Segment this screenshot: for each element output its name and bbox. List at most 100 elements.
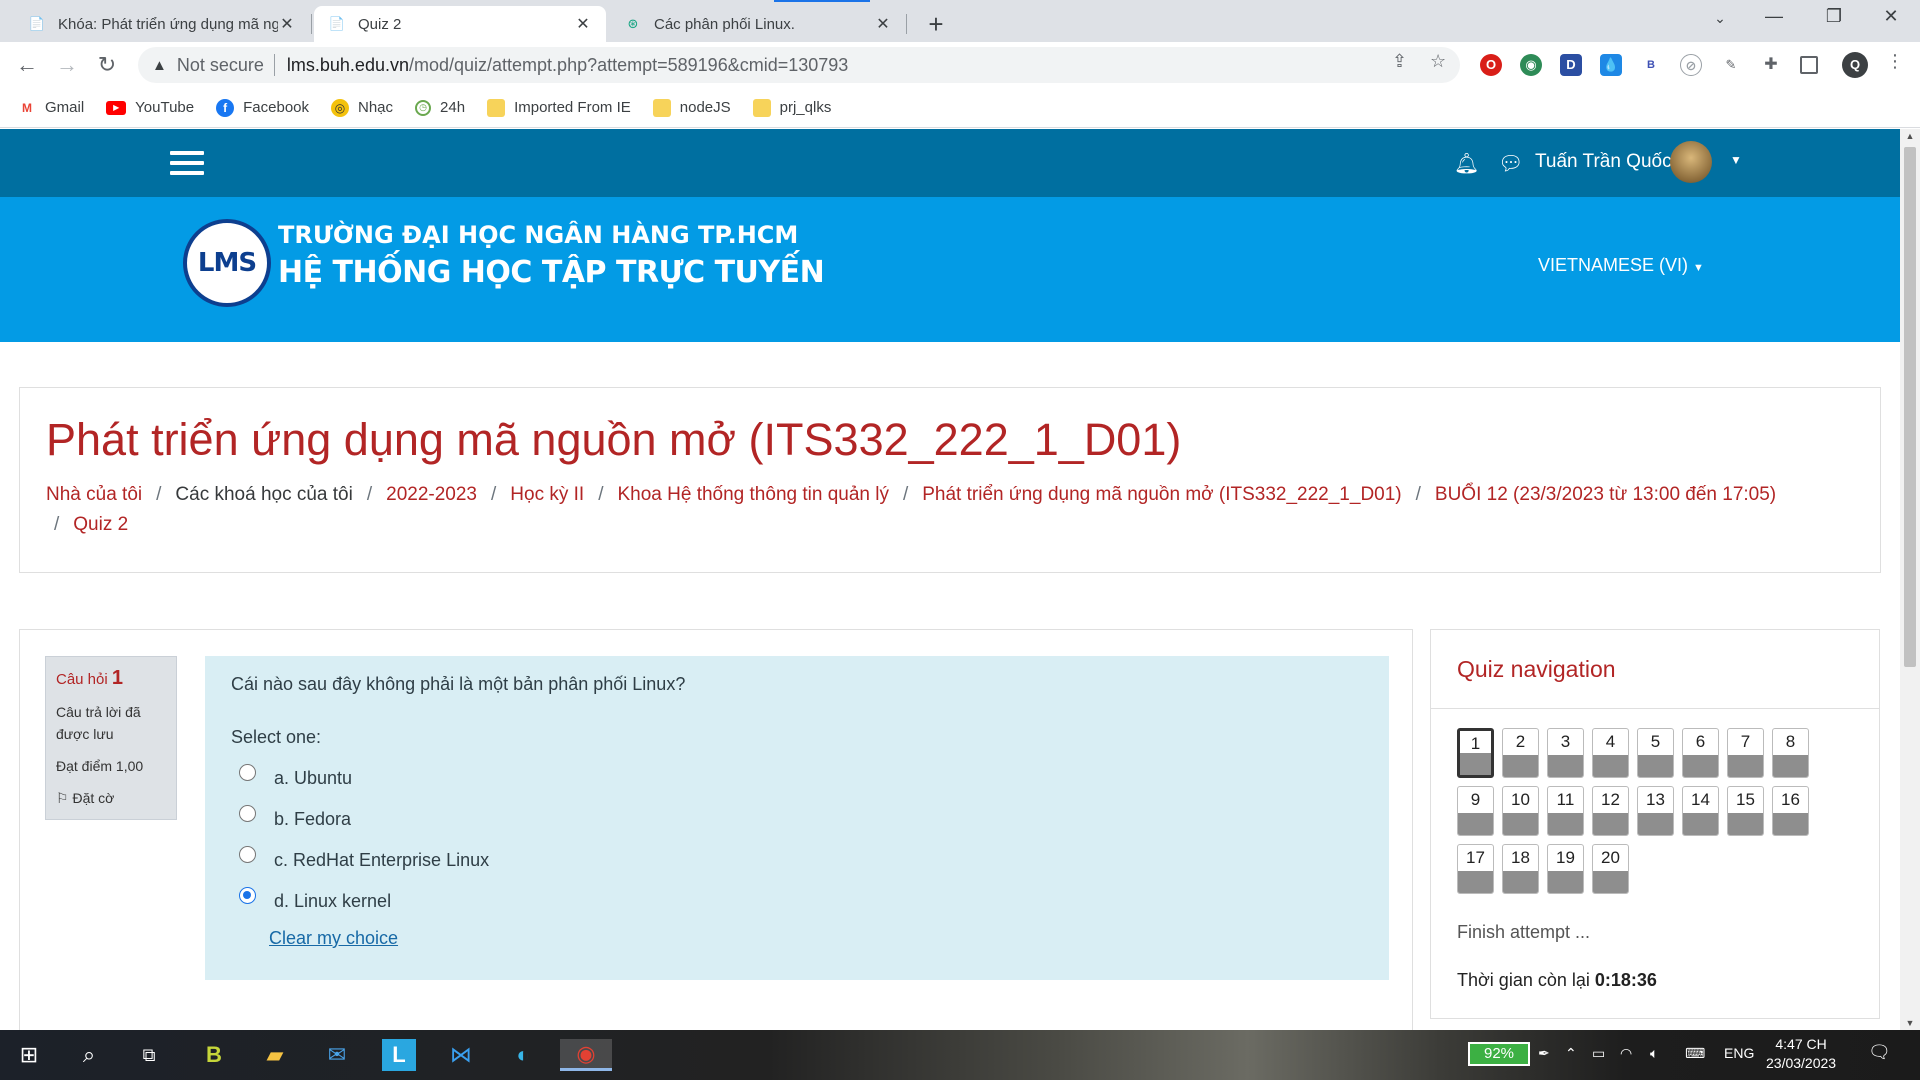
pen-icon[interactable]: ✒ — [1538, 1045, 1550, 1062]
answer-option[interactable]: b. Fedora — [231, 799, 1363, 840]
quiz-nav-button[interactable]: 17 — [1457, 844, 1494, 894]
breadcrumb-semester[interactable]: Học kỳ II — [510, 484, 584, 505]
bookmark-star-icon[interactable]: ☆ — [1430, 51, 1446, 72]
vscode-icon[interactable]: ⋈ — [444, 1039, 478, 1071]
edge-icon[interactable]: ◐ — [506, 1039, 540, 1071]
option-label[interactable]: d. Linux kernel — [274, 891, 391, 912]
user-name[interactable]: Tuấn Trần Quốc — [1535, 151, 1672, 173]
quiz-nav-button[interactable]: 13 — [1637, 786, 1674, 836]
lms-logo[interactable]: LMS — [183, 219, 271, 307]
side-panel-icon[interactable] — [1800, 56, 1818, 74]
answer-option[interactable]: d. Linux kernel — [231, 881, 1363, 922]
tab-close-icon[interactable]: ✕ — [574, 14, 592, 34]
restore-button[interactable]: ❐ — [1814, 6, 1854, 27]
answer-option[interactable]: a. Ubuntu — [231, 758, 1363, 799]
scroll-up-icon[interactable]: ▲ — [1900, 131, 1920, 141]
option-radio-selected[interactable] — [239, 887, 256, 904]
user-avatar[interactable] — [1670, 141, 1712, 183]
browser-tab[interactable]: 📄 Khóa: Phát triển ứng dụng mã nguồn mở … — [14, 6, 310, 42]
browser-tab-active[interactable]: 📄 Quiz 2 ✕ — [314, 6, 606, 42]
language-selector[interactable]: VIETNAMESE (VI) ▼ — [1538, 255, 1704, 276]
tab-search-icon[interactable]: ⌄ — [1700, 10, 1740, 27]
browser-menu-icon[interactable]: ⋮ — [1886, 51, 1904, 72]
quiz-nav-button[interactable]: 20 — [1592, 844, 1629, 894]
quiz-nav-button[interactable]: 7 — [1727, 728, 1764, 778]
quiz-nav-button[interactable]: 11 — [1547, 786, 1584, 836]
option-label[interactable]: c. RedHat Enterprise Linux — [274, 850, 489, 871]
tb-app-icon[interactable]: B — [197, 1039, 231, 1071]
bookmark-facebook[interactable]: f Facebook — [216, 98, 309, 117]
quiz-nav-button[interactable]: 15 — [1727, 786, 1764, 836]
tray-chevron-icon[interactable]: ⌃ — [1565, 1045, 1577, 1062]
minimize-button[interactable]: — — [1754, 6, 1794, 27]
breadcrumb-home[interactable]: Nhà của tôi — [46, 484, 142, 505]
network-icon[interactable]: ◠ — [1620, 1045, 1632, 1062]
option-radio[interactable] — [239, 846, 256, 863]
notifications-icon[interactable]: 🗨︎ — [1868, 1042, 1891, 1063]
breadcrumb-session[interactable]: BUỔI 12 (23/3/2023 từ 13:00 đến 17:05) — [1435, 484, 1776, 505]
quiz-nav-button[interactable]: 10 — [1502, 786, 1539, 836]
battery-indicator[interactable]: 92% — [1468, 1042, 1530, 1066]
quiz-nav-button[interactable]: 5 — [1637, 728, 1674, 778]
bookmark-youtube[interactable]: ▶ YouTube — [106, 99, 194, 116]
l-app-icon[interactable]: L — [382, 1039, 416, 1071]
share-icon[interactable]: ⇪ — [1392, 51, 1407, 72]
d-extension-icon[interactable]: D — [1560, 54, 1582, 76]
option-label[interactable]: b. Fedora — [274, 809, 351, 830]
compass-extension-icon[interactable]: ⊘ — [1680, 54, 1702, 76]
quiz-nav-button[interactable]: 16 — [1772, 786, 1809, 836]
chrome-icon[interactable]: ◉ — [560, 1039, 612, 1071]
breadcrumb-faculty[interactable]: Khoa Hệ thống thông tin quản lý — [617, 484, 888, 505]
quiz-nav-button[interactable]: 4 — [1592, 728, 1629, 778]
eyedropper-extension-icon[interactable]: ✎ — [1720, 54, 1742, 76]
user-menu-caret-icon[interactable]: ▼ — [1730, 153, 1742, 167]
battery-tray-icon[interactable]: ▭ — [1592, 1045, 1605, 1062]
search-icon[interactable]: ⌕ — [72, 1039, 106, 1071]
input-language[interactable]: ENG — [1724, 1045, 1754, 1061]
security-status[interactable]: Not secure — [177, 55, 264, 76]
option-radio[interactable] — [239, 805, 256, 822]
volume-icon[interactable]: 🔈︎ — [1650, 1045, 1658, 1062]
option-radio[interactable] — [239, 764, 256, 781]
scrollbar-thumb[interactable] — [1904, 147, 1916, 667]
breadcrumb-course[interactable]: Phát triển ứng dụng mã nguồn mở (ITS332_… — [922, 484, 1401, 505]
quiz-nav-button[interactable]: 12 — [1592, 786, 1629, 836]
quiz-nav-button[interactable]: 9 — [1457, 786, 1494, 836]
windows-start-icon[interactable]: ⊞ — [12, 1039, 46, 1071]
option-label[interactable]: a. Ubuntu — [274, 768, 352, 789]
new-tab-button[interactable]: + — [922, 9, 950, 40]
bookmark-nhac[interactable]: ◎ Nhạc — [331, 98, 393, 117]
profile-avatar[interactable]: Q — [1842, 52, 1868, 78]
quiz-nav-button[interactable]: 1 — [1457, 728, 1494, 778]
opera-extension-icon[interactable]: O — [1480, 54, 1502, 76]
quiz-nav-button[interactable]: 2 — [1502, 728, 1539, 778]
flag-question[interactable]: ⚐ Đặt cờ — [56, 787, 166, 809]
messages-chat-icon[interactable]: 💬︎ — [1498, 151, 1523, 176]
bookmark-folder-prj[interactable]: prj_qlks — [752, 98, 831, 117]
reload-button[interactable]: ↻ — [92, 50, 122, 80]
drop-extension-icon[interactable]: 💧 — [1600, 54, 1622, 76]
bookmark-24h[interactable]: ◷ 24h — [415, 99, 465, 116]
keyboard-icon[interactable]: ⌨ — [1685, 1045, 1705, 1062]
tab-close-icon[interactable]: ✕ — [278, 14, 296, 34]
quiz-nav-button[interactable]: 14 — [1682, 786, 1719, 836]
browser-tab[interactable]: ⊛ Các phân phối Linux. ✕ — [610, 6, 906, 42]
quiz-nav-button[interactable]: 19 — [1547, 844, 1584, 894]
breadcrumb-year[interactable]: 2022-2023 — [386, 484, 477, 505]
b-extension-icon[interactable]: B — [1640, 54, 1662, 76]
tab-close-icon[interactable]: ✕ — [874, 14, 892, 34]
mail-icon[interactable]: ✉ — [320, 1039, 354, 1071]
quiz-nav-button[interactable]: 8 — [1772, 728, 1809, 778]
system-clock[interactable]: 4:47 CH 23/03/2023 — [1766, 1035, 1836, 1073]
file-explorer-icon[interactable]: ▰ — [258, 1039, 292, 1071]
scroll-down-icon[interactable]: ▼ — [1900, 1018, 1920, 1028]
bookmark-folder-nodejs[interactable]: nodeJS — [652, 98, 731, 117]
clear-choice-link[interactable]: Clear my choice — [269, 928, 1363, 949]
address-bar[interactable]: ▲ Not secure lms.buh.edu.vn/mod/quiz/att… — [138, 47, 1460, 83]
finish-attempt-link[interactable]: Finish attempt ... — [1457, 922, 1590, 943]
quiz-nav-button[interactable]: 3 — [1547, 728, 1584, 778]
extensions-puzzle-icon[interactable]: ✚ — [1760, 54, 1782, 76]
globe-extension-icon[interactable]: ◉ — [1520, 54, 1542, 76]
menu-hamburger-icon[interactable] — [170, 151, 204, 175]
bookmark-gmail[interactable]: M Gmail — [18, 99, 84, 117]
